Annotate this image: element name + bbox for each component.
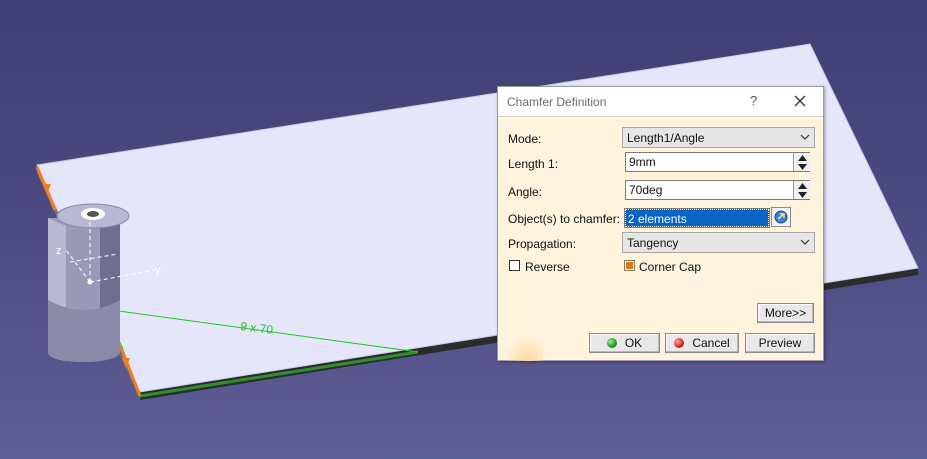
multi-select-icon[interactable] [771,207,791,227]
length1-value: 9mm [629,155,656,169]
axis-label-y: y [155,264,161,276]
mode-dropdown[interactable]: Length1/Angle [622,127,815,148]
close-icon[interactable] [792,93,808,109]
reverse-checkbox[interactable] [509,260,520,271]
mode-label: Mode: [508,132,542,146]
objects-label: Object(s) to chamfer: [508,212,621,226]
corner-cap-label: Corner Cap [639,260,702,274]
catia-globe-icon [498,331,543,361]
cancel-button-label: Cancel [692,336,730,350]
cancel-button[interactable]: Cancel [665,333,739,353]
mode-value: Length1/Angle [627,131,705,145]
spin-up-icon[interactable] [794,181,810,190]
objects-value: 2 elements [628,212,687,226]
more-button-label: More>> [764,306,807,320]
objects-to-chamfer-field[interactable]: 2 elements [624,208,770,228]
corner-cap-checkbox[interactable] [624,260,635,271]
spin-down-icon[interactable] [794,190,810,199]
angle-value: 70deg [629,183,663,197]
preview-button-label: Preview [758,336,802,350]
ok-button-label: OK [624,336,643,350]
reverse-label: Reverse [525,260,570,274]
spin-down-icon[interactable] [794,162,810,171]
propagation-value: Tangency [627,236,679,250]
spin-up-icon[interactable] [794,153,810,162]
more-button[interactable]: More>> [757,303,814,323]
angle-field[interactable]: 70deg [625,180,810,200]
angle-spinner[interactable] [793,181,810,199]
length1-spinner[interactable] [793,153,810,171]
cancel-red-icon [674,338,685,348]
propagation-label: Propagation: [508,237,577,251]
ok-button[interactable]: OK [589,333,660,353]
angle-label: Angle: [508,185,543,199]
preview-button[interactable]: Preview [745,333,815,353]
help-button[interactable]: ? [750,93,757,108]
propagation-dropdown[interactable]: Tangency [622,232,815,253]
dialog-title: Chamfer Definition [507,95,607,109]
length1-label: Length 1: [508,157,559,171]
length1-field[interactable]: 9mm [625,152,810,172]
chevron-down-icon [800,239,810,245]
chevron-down-icon [800,134,810,140]
dialog-titlebar[interactable]: Chamfer Definition ? [498,87,823,117]
chamfer-definition-dialog: Chamfer Definition ? Mode: Length1/Angle… [497,86,824,361]
axis-label-z: z [56,245,62,257]
ok-green-icon [606,338,617,348]
